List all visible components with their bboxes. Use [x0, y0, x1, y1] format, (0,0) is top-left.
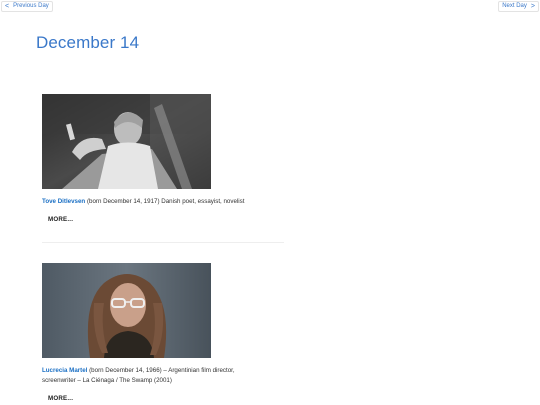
next-day-label: Next Day: [502, 3, 527, 9]
next-day-button[interactable]: Next Day >: [498, 1, 539, 12]
person-name-link[interactable]: Lucrecia Martel: [42, 367, 87, 374]
previous-day-button[interactable]: < Previous Day: [1, 1, 53, 12]
page-title: December 14: [36, 33, 140, 52]
entry-photo[interactable]: [42, 94, 211, 189]
birthday-entry: Lucrecia Martel (born December 14, 1966)…: [42, 263, 284, 405]
chevron-right-icon: >: [530, 3, 535, 10]
entry-photo[interactable]: [42, 263, 211, 358]
birthday-entry: Tove Ditlevsen (born December 14, 1917) …: [42, 94, 284, 226]
entry-description: (born December 14, 1917) Danish poet, es…: [85, 198, 245, 205]
more-link[interactable]: MORE...: [48, 395, 73, 402]
person-name-link[interactable]: Tove Ditlevsen: [42, 198, 85, 205]
entry-text: Lucrecia Martel (born December 14, 1966)…: [42, 366, 267, 386]
more-link[interactable]: MORE...: [48, 216, 73, 223]
previous-day-label: Previous Day: [13, 3, 49, 9]
divider: [42, 242, 284, 243]
entry-text: Tove Ditlevsen (born December 14, 1917) …: [42, 197, 267, 207]
chevron-left-icon: <: [5, 3, 10, 10]
